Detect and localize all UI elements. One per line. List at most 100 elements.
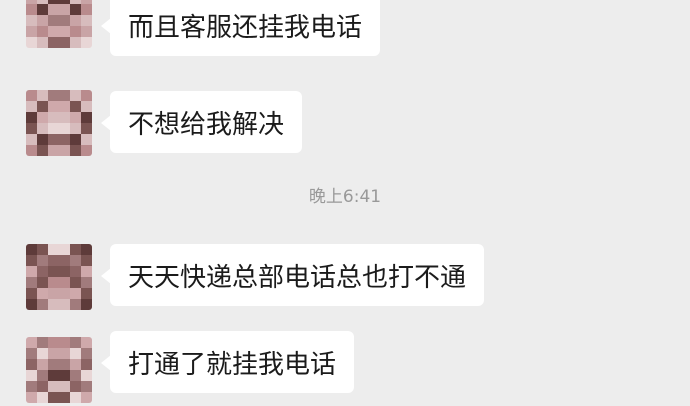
avatar-pixel bbox=[81, 359, 92, 370]
avatar-pixel bbox=[26, 15, 37, 26]
avatar-pixel bbox=[70, 299, 81, 310]
avatar-pixel bbox=[70, 370, 81, 381]
avatar-pixel bbox=[59, 90, 70, 101]
avatar-pixel bbox=[26, 37, 37, 48]
avatar-pixel bbox=[70, 112, 81, 123]
message-bubble[interactable]: 天天快递总部电话总也打不通 bbox=[100, 244, 485, 306]
avatar-pixel bbox=[81, 123, 92, 134]
avatar-pixel bbox=[70, 134, 81, 145]
avatar-pixel bbox=[26, 26, 37, 37]
avatar-pixel bbox=[59, 26, 70, 37]
avatar-pixel bbox=[70, 37, 81, 48]
avatar-pixel bbox=[26, 145, 37, 156]
avatar-pixel bbox=[48, 101, 59, 112]
avatar-pixel bbox=[59, 4, 70, 15]
avatar[interactable] bbox=[26, 90, 92, 156]
avatar-pixel bbox=[59, 101, 70, 112]
avatar-pixel bbox=[37, 15, 48, 26]
avatar-pixel bbox=[26, 299, 37, 310]
avatar-pixel bbox=[59, 123, 70, 134]
avatar-pixel bbox=[59, 299, 70, 310]
avatar-pixel bbox=[26, 112, 37, 123]
avatar-pixel bbox=[59, 112, 70, 123]
avatar-pixel bbox=[37, 381, 48, 392]
avatar-pixel bbox=[48, 15, 59, 26]
avatar-pixel bbox=[59, 288, 70, 299]
avatar[interactable] bbox=[26, 244, 92, 310]
avatar-pixel bbox=[26, 255, 37, 266]
message-text: 天天快递总部电话总也打不通 bbox=[128, 262, 467, 293]
avatar-pixel bbox=[59, 266, 70, 277]
avatar-pixel bbox=[59, 359, 70, 370]
avatar-pixel bbox=[37, 101, 48, 112]
avatar-pixel bbox=[26, 348, 37, 359]
message-bubble[interactable]: 打通了就挂我电话 bbox=[100, 331, 355, 393]
avatar-pixel bbox=[48, 337, 59, 348]
avatar-pixel bbox=[48, 26, 59, 37]
avatar[interactable] bbox=[26, 337, 92, 403]
avatar-pixel bbox=[59, 255, 70, 266]
avatar-pixel bbox=[26, 244, 37, 255]
avatar-pixel bbox=[59, 15, 70, 26]
avatar[interactable] bbox=[26, 0, 92, 48]
avatar-pixel bbox=[70, 255, 81, 266]
avatar-pixel bbox=[26, 370, 37, 381]
avatar-pixel bbox=[26, 101, 37, 112]
avatar-pixel bbox=[37, 277, 48, 288]
avatar-pixel bbox=[70, 26, 81, 37]
avatar-pixel bbox=[37, 37, 48, 48]
avatar-pixel bbox=[48, 266, 59, 277]
avatar-pixel bbox=[70, 101, 81, 112]
avatar-pixel bbox=[81, 255, 92, 266]
avatar-pixel bbox=[48, 348, 59, 359]
avatar-pixel bbox=[81, 26, 92, 37]
avatar-pixel bbox=[37, 299, 48, 310]
avatar-pixel bbox=[81, 370, 92, 381]
avatar-pixel bbox=[48, 381, 59, 392]
timestamp: 晚上6:41 bbox=[308, 187, 382, 207]
avatar-pixel bbox=[37, 112, 48, 123]
avatar-pixel bbox=[70, 359, 81, 370]
avatar-pixel bbox=[59, 348, 70, 359]
avatar-pixel bbox=[48, 392, 59, 403]
avatar-pixel bbox=[70, 244, 81, 255]
avatar-pixel bbox=[70, 15, 81, 26]
avatar-pixel bbox=[81, 37, 92, 48]
message-text: 而且客服还挂我电话 bbox=[128, 12, 363, 43]
avatar-pixel bbox=[37, 145, 48, 156]
avatar-pixel bbox=[48, 244, 59, 255]
avatar-pixel bbox=[81, 381, 92, 392]
avatar-pixel bbox=[37, 123, 48, 134]
avatar-pixel bbox=[70, 392, 81, 403]
avatar-pixel bbox=[26, 266, 37, 277]
message-bubble[interactable]: 而且客服还挂我电话 bbox=[100, 0, 381, 56]
avatar-pixel bbox=[26, 381, 37, 392]
avatar-pixel bbox=[37, 370, 48, 381]
avatar-pixel bbox=[48, 134, 59, 145]
avatar-pixel bbox=[70, 266, 81, 277]
avatar-pixel bbox=[48, 288, 59, 299]
avatar-pixel bbox=[59, 381, 70, 392]
avatar-pixel bbox=[37, 348, 48, 359]
avatar-pixel bbox=[70, 90, 81, 101]
message-bubble[interactable]: 不想给我解决 bbox=[100, 91, 303, 153]
avatar-pixel bbox=[70, 288, 81, 299]
avatar-pixel bbox=[48, 145, 59, 156]
avatar-pixel bbox=[70, 381, 81, 392]
avatar-pixel bbox=[48, 4, 59, 15]
message-text: 打通了就挂我电话 bbox=[128, 349, 337, 380]
avatar-pixel bbox=[81, 277, 92, 288]
avatar-pixel bbox=[59, 392, 70, 403]
chat-window: 而且客服还挂我电话 不想给我解决 晚上6:41 天天快递总部电话总也打不通 打通… bbox=[0, 0, 690, 406]
avatar-pixel bbox=[37, 392, 48, 403]
avatar-pixel bbox=[81, 392, 92, 403]
avatar-pixel bbox=[48, 299, 59, 310]
avatar-pixel bbox=[48, 112, 59, 123]
avatar-pixel bbox=[59, 370, 70, 381]
avatar-pixel bbox=[81, 337, 92, 348]
avatar-pixel bbox=[48, 37, 59, 48]
avatar-pixel bbox=[48, 123, 59, 134]
avatar-pixel bbox=[81, 145, 92, 156]
avatar-pixel bbox=[26, 134, 37, 145]
avatar-pixel bbox=[48, 90, 59, 101]
